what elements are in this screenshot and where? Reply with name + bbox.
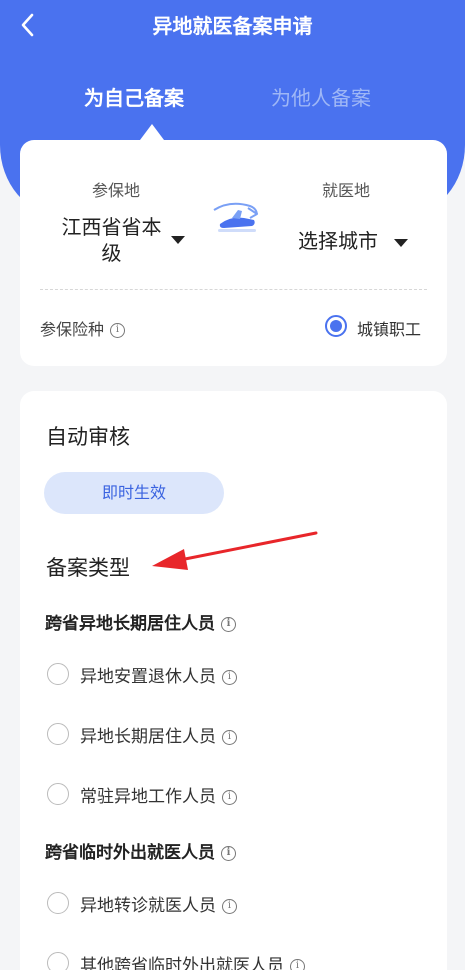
insurance-type-label: 参保险种 i: [40, 316, 126, 340]
radio-unchecked[interactable]: [47, 723, 69, 745]
info-icon[interactable]: i: [221, 616, 236, 632]
option-label: 异地安置退休人员: [80, 667, 216, 687]
info-icon[interactable]: i: [222, 729, 237, 745]
insurance-type-value: 城镇职工: [357, 320, 422, 339]
auto-review-title: 自动审核: [46, 425, 130, 449]
medical-place-select[interactable]: 选择城市: [298, 228, 408, 254]
annotation-arrow-icon: [152, 531, 318, 570]
location-card: 参保地 江西省省本级 就医地 选择城市 参保险种 i 城镇职工: [20, 140, 447, 366]
radio-unchecked[interactable]: [47, 952, 69, 970]
option-label: 其他跨省临时外出就医人员: [80, 956, 284, 970]
filing-card: 自动审核 即时生效 备案类型 跨省异地长期居住人员 i 异地安置退休人员 i 异地长…: [20, 391, 447, 970]
radio-unchecked[interactable]: [47, 663, 69, 685]
dropdown-caret-icon: [171, 236, 185, 244]
card-divider: [40, 289, 427, 290]
active-tab-indicator: [140, 124, 164, 140]
medical-place-label: 就医地: [322, 181, 371, 200]
page-title: 异地就医备案申请: [152, 14, 313, 38]
info-icon[interactable]: i: [110, 323, 126, 338]
group-title-temporary: 跨省临时外出就医人员 i: [45, 838, 236, 863]
airplane-icon: [213, 202, 258, 232]
option-label: 异地长期居住人员: [80, 727, 216, 747]
option-label: 常驻异地工作人员: [80, 787, 216, 807]
medical-place-value: 选择城市: [298, 229, 378, 253]
insured-place-select[interactable]: 江西省省本级: [54, 214, 194, 266]
insured-place-label: 参保地: [92, 181, 141, 200]
info-icon[interactable]: i: [221, 845, 236, 861]
dropdown-caret-icon: [394, 238, 408, 247]
insured-place-value: 江西省省本级: [61, 215, 162, 265]
insurance-type-label-text: 参保险种: [40, 320, 105, 339]
insurance-type-radio[interactable]: [325, 315, 347, 337]
filing-type-title: 备案类型: [46, 556, 130, 580]
info-icon[interactable]: i: [222, 669, 237, 685]
instant-effect-badge[interactable]: 即时生效: [44, 472, 224, 514]
info-icon[interactable]: i: [290, 958, 305, 970]
tab-other-filing[interactable]: 为他人备案: [271, 82, 371, 111]
tab-bar: 为自己备案 为他人备案: [0, 78, 465, 118]
top-bar: 异地就医备案申请: [0, 0, 465, 50]
radio-unchecked[interactable]: [47, 892, 69, 914]
group-title-long-term: 跨省异地长期居住人员 i: [45, 609, 236, 634]
info-icon[interactable]: i: [222, 898, 237, 914]
info-icon[interactable]: i: [222, 789, 237, 805]
group-title-text: 跨省临时外出就医人员: [45, 843, 215, 863]
option-label: 异地转诊就医人员: [80, 896, 216, 916]
radio-unchecked[interactable]: [47, 783, 69, 805]
tab-self-filing[interactable]: 为自己备案: [84, 82, 184, 111]
group-title-text: 跨省异地长期居住人员: [45, 614, 215, 634]
